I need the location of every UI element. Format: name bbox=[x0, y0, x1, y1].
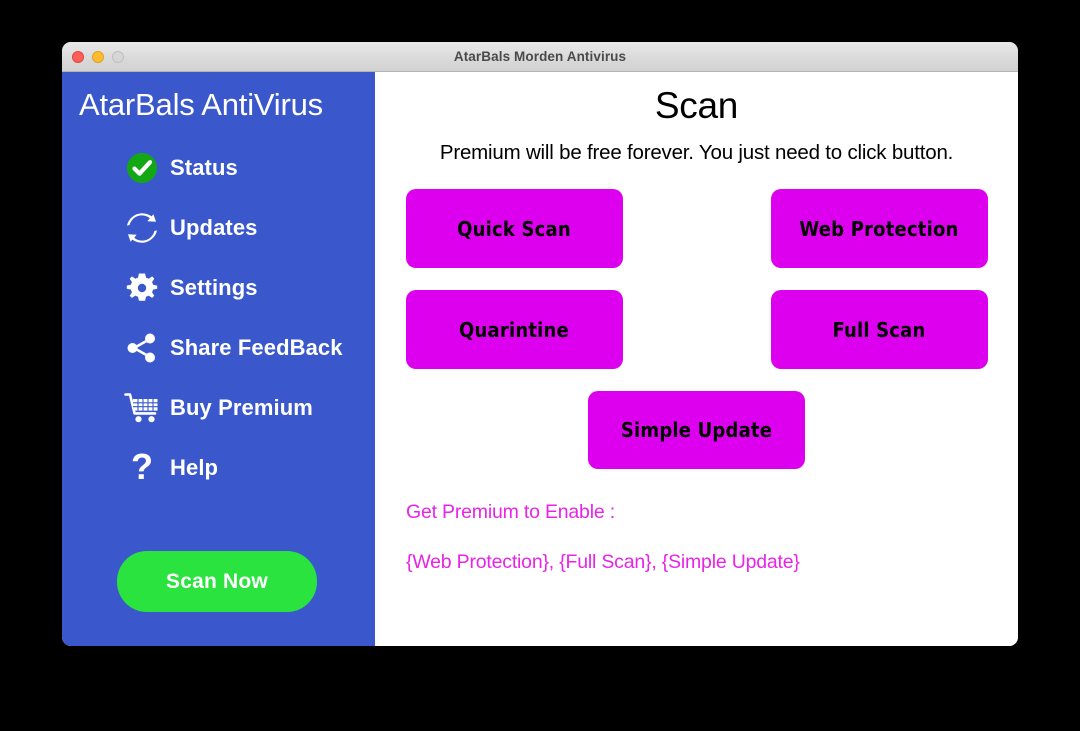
close-button[interactable] bbox=[72, 51, 84, 63]
scan-actions-row-2: Quarintine Full Scan bbox=[405, 290, 988, 369]
premium-note-line-2: {Web Protection}, {Full Scan}, {Simple U… bbox=[406, 551, 800, 574]
main-content: Scan Premium will be free forever. You j… bbox=[375, 72, 1018, 646]
app-brand-title: AtarBals AntiVirus bbox=[79, 87, 323, 122]
sidebar-item-updates[interactable]: Updates bbox=[62, 198, 375, 258]
scan-actions-grid: Quick Scan Web Protection Quarintine Ful… bbox=[375, 189, 1018, 469]
sidebar-item-label: Buy Premium bbox=[170, 395, 313, 421]
sidebar-item-label: Settings bbox=[170, 275, 258, 301]
question-mark-icon: ? bbox=[124, 449, 160, 487]
scan-actions-row-1: Quick Scan Web Protection bbox=[405, 189, 988, 268]
desktop-background: AtarBals Morden Antivirus AtarBals AntiV… bbox=[0, 0, 1080, 731]
sidebar: AtarBals AntiVirus Status Updates Settin… bbox=[62, 72, 375, 646]
gear-icon bbox=[124, 270, 160, 306]
app-window: AtarBals Morden Antivirus AtarBals AntiV… bbox=[62, 42, 1018, 646]
sidebar-item-label: Updates bbox=[170, 215, 258, 241]
window-title: AtarBals Morden Antivirus bbox=[453, 49, 627, 64]
sidebar-item-label: Status bbox=[170, 155, 238, 181]
full-scan-button[interactable]: Full Scan bbox=[770, 290, 988, 369]
window-titlebar: AtarBals Morden Antivirus bbox=[62, 42, 1018, 72]
premium-note-line-1: Get Premium to Enable : bbox=[406, 501, 615, 524]
sidebar-item-label: Help bbox=[170, 455, 219, 481]
zoom-button[interactable] bbox=[112, 51, 124, 63]
sidebar-item-help[interactable]: ? Help bbox=[62, 438, 375, 498]
sidebar-item-settings[interactable]: Settings bbox=[62, 258, 375, 318]
share-nodes-icon bbox=[124, 330, 160, 366]
sidebar-item-buy-premium[interactable]: Buy Premium bbox=[62, 378, 375, 438]
quick-scan-button[interactable]: Quick Scan bbox=[405, 189, 623, 268]
scan-now-container: Scan Now bbox=[117, 551, 317, 612]
minimize-button[interactable] bbox=[92, 51, 104, 63]
window-controls bbox=[72, 42, 124, 72]
scan-now-button[interactable]: Scan Now bbox=[117, 551, 317, 612]
scan-actions-row-3: Simple Update bbox=[588, 391, 805, 469]
page-title: Scan bbox=[654, 85, 739, 126]
sidebar-item-status[interactable]: Status bbox=[62, 138, 375, 198]
window-body: AtarBals AntiVirus Status Updates Settin… bbox=[62, 72, 1018, 646]
check-circle-icon bbox=[124, 150, 160, 186]
sidebar-item-label: Share FeedBack bbox=[170, 335, 343, 361]
refresh-sync-icon bbox=[124, 210, 160, 246]
simple-update-button[interactable]: Simple Update bbox=[588, 391, 805, 469]
premium-upsell-note: Get Premium to Enable : {Web Protection}… bbox=[406, 475, 800, 600]
page-subtitle: Premium will be free forever. You just n… bbox=[439, 141, 954, 164]
shopping-cart-icon bbox=[124, 390, 160, 426]
svg-text:?: ? bbox=[131, 449, 153, 487]
web-protection-button[interactable]: Web Protection bbox=[770, 189, 988, 268]
sidebar-item-share-feedback[interactable]: Share FeedBack bbox=[62, 318, 375, 378]
sidebar-nav: Status Updates Settings Share FeedBack B… bbox=[62, 138, 375, 498]
quarintine-button[interactable]: Quarintine bbox=[405, 290, 623, 369]
